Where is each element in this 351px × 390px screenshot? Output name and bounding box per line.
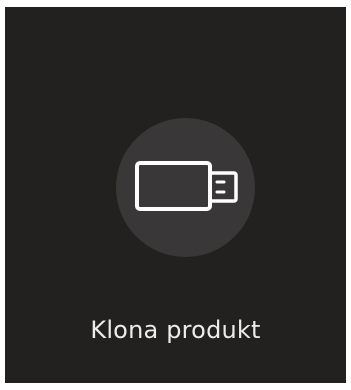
clone-product-button[interactable] <box>116 118 255 257</box>
usb-drive-icon <box>135 161 238 211</box>
screen-frame: Klona produkt <box>0 0 351 390</box>
clone-product-label: Klona produkt <box>90 316 261 344</box>
